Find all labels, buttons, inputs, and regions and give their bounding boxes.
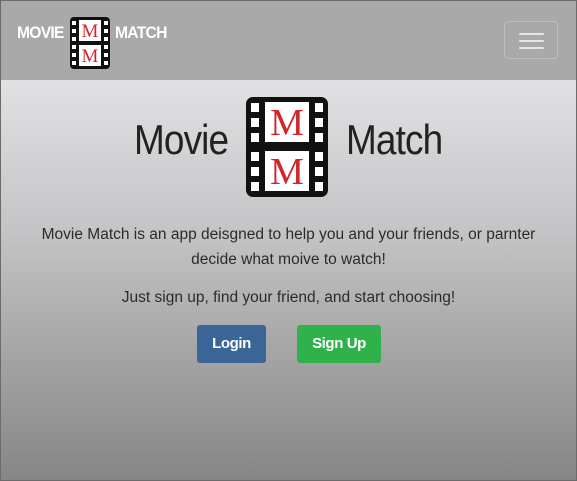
film-strip-logo-icon: M M [246, 97, 328, 197]
brand-text-left: MOVIE [17, 23, 64, 42]
navbar: MOVIE M M MATCH [1, 1, 576, 80]
hero-logo-letter-bottom: M [270, 151, 304, 193]
title-word-right: Match [346, 116, 443, 163]
app-frame: MOVIE M M MATCH Movie M M Match Movie Ma… [0, 0, 577, 481]
brand-logo-letter-top: M [81, 21, 98, 42]
tagline: Just sign up, find your friend, and star… [121, 289, 456, 306]
hero-logo-letter-top: M [270, 102, 304, 144]
brand-link[interactable]: MOVIE M M MATCH [17, 17, 171, 69]
login-button[interactable]: Login [197, 325, 266, 363]
sign-up-button[interactable]: Sign Up [297, 325, 381, 363]
app-description: Movie Match is an app deisgned to help y… [41, 226, 536, 268]
navbar-toggle-button[interactable] [504, 21, 558, 59]
hero-title: Movie M M Match [1, 97, 576, 197]
brand-text-right: MATCH [114, 23, 167, 42]
title-word-left: Movie [134, 116, 229, 163]
hero-section: Movie M M Match Movie Match is an app de… [1, 80, 576, 480]
brand-logo-letter-bottom: M [81, 46, 98, 67]
film-strip-logo-icon: M M [69, 17, 110, 69]
